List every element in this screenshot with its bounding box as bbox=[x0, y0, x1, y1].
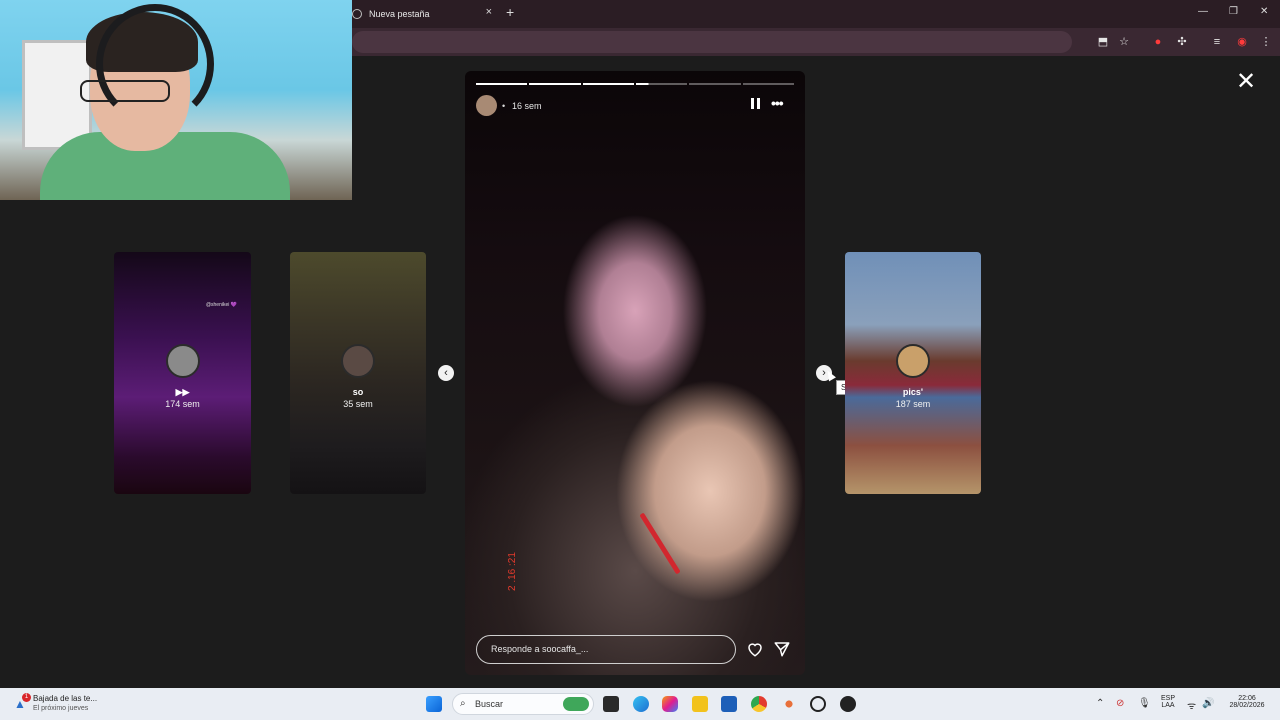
wifi-icon[interactable]: ᯤ bbox=[1187, 698, 1196, 712]
story-progress-bar bbox=[476, 83, 794, 85]
story-age: 187 sem bbox=[895, 399, 931, 409]
taskbar-search[interactable]: ⌕ Buscar bbox=[452, 693, 594, 715]
search-highlight-icon bbox=[563, 697, 589, 711]
story-handle-text: @shenikei 💜 bbox=[205, 302, 237, 308]
tab-new-tab[interactable]: Nueva pestaña × bbox=[346, 3, 498, 25]
story-author-avatar[interactable] bbox=[476, 95, 497, 116]
clock-date: 28/02/2026 bbox=[1229, 702, 1265, 709]
story-username: pics' bbox=[902, 387, 924, 397]
chatgpt-icon[interactable] bbox=[810, 696, 826, 712]
like-heart-icon[interactable] bbox=[746, 640, 764, 658]
search-icon: ⌕ bbox=[460, 698, 466, 709]
notification-subtitle: El próximo jueves bbox=[33, 705, 89, 712]
main-story[interactable]: • 16 sem ••• 2 .16 :21 Responde a soocaf… bbox=[465, 71, 805, 675]
install-app-icon[interactable]: ⬒ bbox=[1096, 35, 1110, 49]
send-icon[interactable] bbox=[773, 640, 791, 658]
progress-segment bbox=[529, 83, 581, 85]
glasses bbox=[80, 80, 170, 102]
story-card-previous-1[interactable]: so 35 sem bbox=[290, 252, 426, 494]
minimize-button[interactable]: — bbox=[1198, 6, 1208, 17]
search-label: Buscar bbox=[475, 699, 504, 709]
app-icon[interactable] bbox=[840, 696, 856, 712]
window-close-button[interactable]: ✕ bbox=[1260, 6, 1268, 17]
headphones-icon bbox=[96, 4, 214, 124]
volume-icon[interactable]: 🔊 bbox=[1202, 698, 1214, 709]
story-avatar bbox=[896, 344, 930, 378]
claude-icon[interactable] bbox=[781, 696, 797, 712]
windows-taskbar: ▲ 1 Bajada de las te... El próximo jueve… bbox=[0, 688, 1280, 720]
tray-app-icon[interactable]: ⊘ bbox=[1116, 698, 1124, 709]
notification-title: Bajada de las te... bbox=[33, 694, 98, 703]
more-options-icon[interactable]: ••• bbox=[771, 95, 784, 111]
microphone-icon[interactable]: 🎙 bbox=[1138, 698, 1151, 709]
extension-record-icon[interactable]: ● bbox=[1151, 35, 1165, 49]
restore-button[interactable]: ❐ bbox=[1229, 6, 1238, 17]
tab-title: Nueva pestaña bbox=[369, 9, 430, 19]
media-controls-icon[interactable]: ≡ bbox=[1210, 35, 1224, 49]
language-code: ESP bbox=[1160, 695, 1175, 702]
bookmark-star-icon[interactable]: ☆ bbox=[1117, 35, 1131, 49]
notification-badge: 1 bbox=[22, 693, 31, 702]
story-play-icon: ▶▶ bbox=[175, 387, 190, 397]
clock-time: 22:06 bbox=[1238, 695, 1256, 702]
close-viewer-icon[interactable]: ✕ bbox=[1236, 70, 1256, 94]
reply-input[interactable]: Responde a soocaffa_... bbox=[476, 635, 736, 664]
progress-segment bbox=[689, 83, 741, 85]
weather-notification[interactable]: ▲ 1 Bajada de las te... El próximo jueve… bbox=[12, 692, 122, 716]
progress-segment bbox=[742, 83, 794, 85]
progress-segment-current bbox=[635, 83, 688, 85]
keyboard-layout: LAA bbox=[1161, 702, 1175, 709]
language-indicator[interactable]: ESP LAA bbox=[1158, 695, 1178, 709]
progress-segment bbox=[582, 83, 634, 85]
task-view-icon[interactable] bbox=[603, 696, 619, 712]
start-button[interactable] bbox=[426, 696, 442, 712]
story-card-previous-2[interactable]: @shenikei 💜 ▶▶ 174 sem bbox=[114, 252, 251, 494]
omnibox[interactable] bbox=[352, 31, 1072, 53]
story-username: so bbox=[352, 387, 364, 397]
separator-dot: • bbox=[502, 101, 506, 111]
show-hidden-icons-icon[interactable]: ⌃ bbox=[1096, 698, 1104, 709]
chrome-icon[interactable] bbox=[751, 696, 767, 712]
story-age: 16 sem bbox=[512, 101, 542, 111]
story-avatar bbox=[341, 344, 375, 378]
tab-close-icon[interactable]: × bbox=[486, 6, 492, 18]
edge-icon[interactable] bbox=[633, 696, 649, 712]
previous-story-button[interactable]: ‹ bbox=[438, 365, 454, 381]
clock[interactable]: 22:06 28/02/2026 bbox=[1222, 695, 1272, 709]
profile-avatar-icon[interactable]: ◉ bbox=[1235, 35, 1249, 49]
story-sticker-text: 2 .16 :21 bbox=[507, 552, 518, 591]
new-tab-button[interactable]: + bbox=[506, 4, 514, 20]
file-explorer-icon[interactable] bbox=[692, 696, 708, 712]
story-age: 174 sem bbox=[165, 399, 200, 409]
store-icon[interactable] bbox=[721, 696, 737, 712]
browser-menu-icon[interactable]: ⋮ bbox=[1259, 35, 1273, 49]
pause-icon[interactable] bbox=[751, 98, 761, 110]
bracelet bbox=[639, 512, 681, 575]
progress-segment bbox=[476, 83, 528, 85]
tab-favicon-icon bbox=[352, 9, 362, 19]
story-avatar bbox=[165, 344, 200, 378]
copilot-icon[interactable] bbox=[662, 696, 678, 712]
webcam-overlay bbox=[0, 0, 352, 200]
story-card-next[interactable]: pics' 187 sem bbox=[845, 252, 981, 494]
extensions-puzzle-icon[interactable]: ✣ bbox=[1175, 35, 1189, 49]
story-age: 35 sem bbox=[343, 399, 373, 409]
